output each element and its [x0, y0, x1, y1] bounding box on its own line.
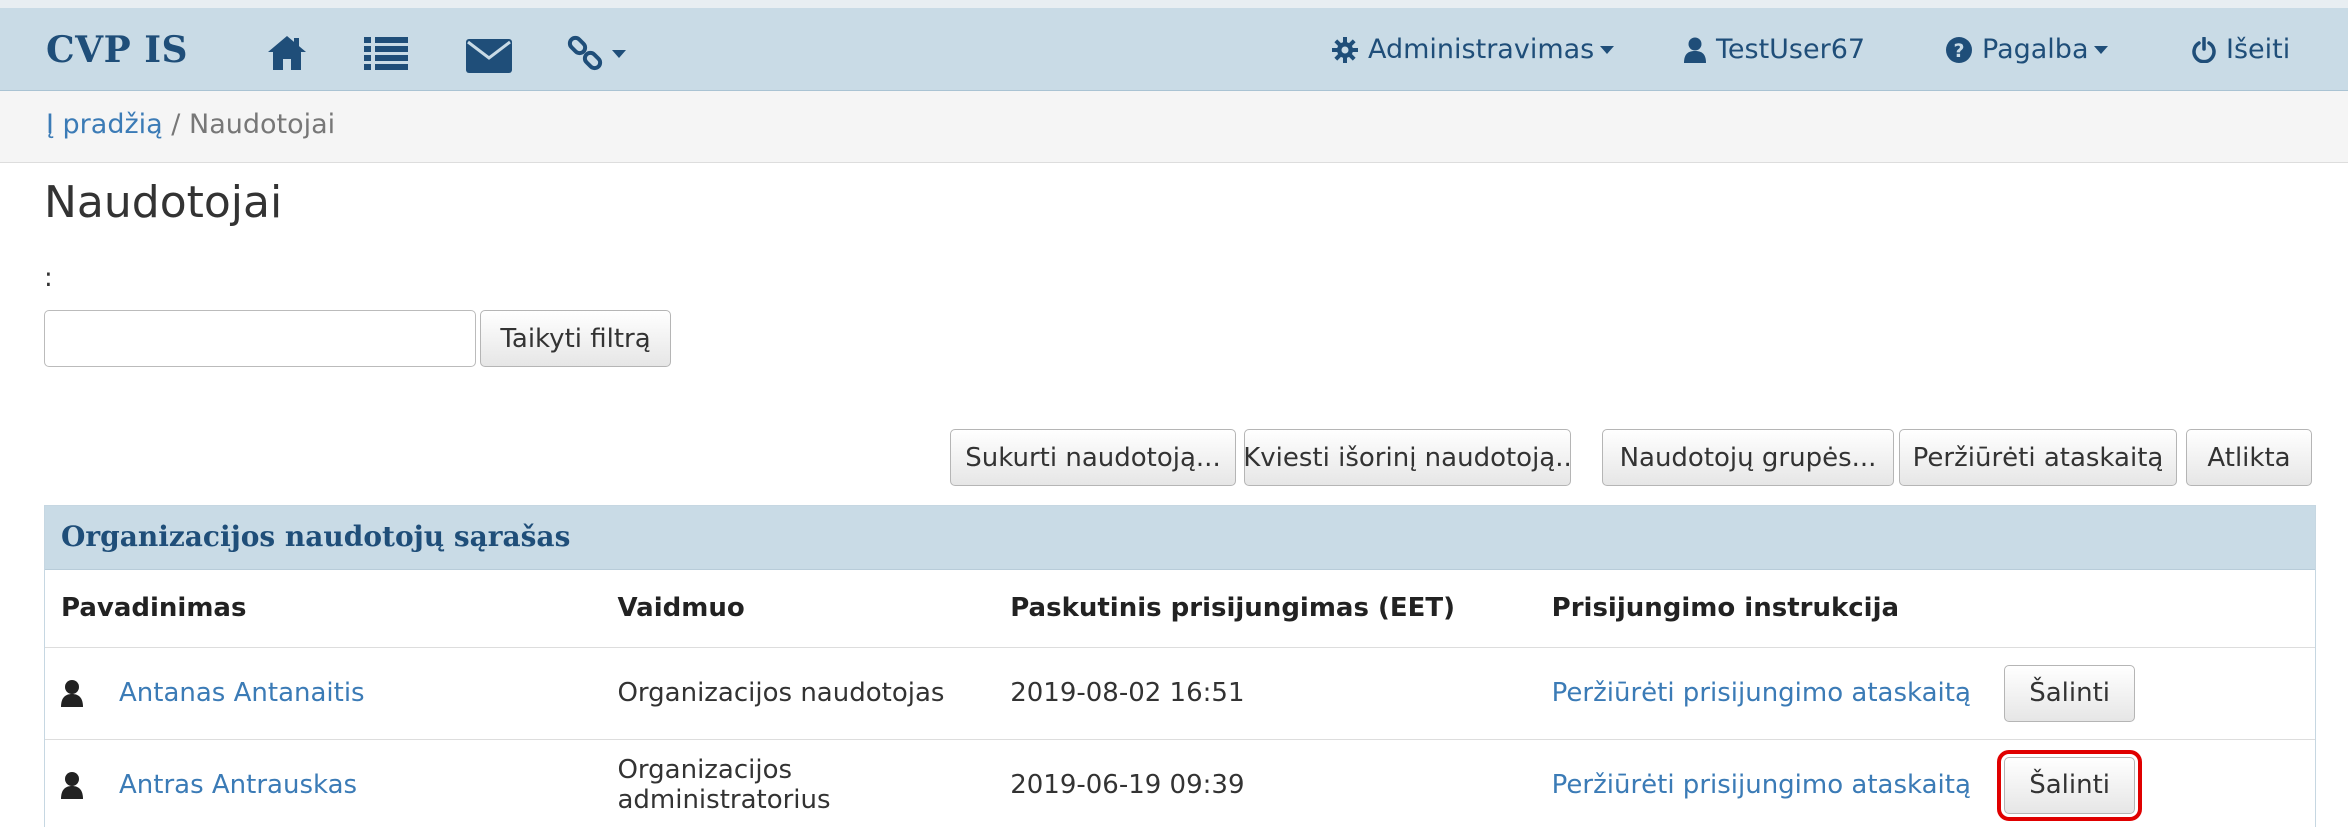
user-icon [61, 680, 83, 707]
users-panel: Organizacijos naudotojų sąrašas Pavadini… [44, 505, 2316, 827]
breadcrumb-separator: / [171, 109, 181, 140]
create-user-button[interactable]: Sukurti naudotoją... [950, 429, 1236, 486]
home-icon[interactable] [266, 34, 308, 72]
column-header-instruction: Prisijungimo instrukcija [1535, 570, 1989, 648]
delete-user-button[interactable]: Šalinti [1997, 749, 2143, 821]
chevron-down-icon [2094, 45, 2109, 54]
view-login-report-link[interactable]: Peržiūrėti prisijungimo ataskaitą [1552, 678, 1971, 708]
list-icon[interactable] [364, 37, 408, 71]
user-name-cell: Antanas Antanaitis [45, 647, 602, 740]
column-header-role: Vaidmuo [601, 570, 995, 648]
table-row: Antanas Antanaitis Organizacijos naudoto… [45, 647, 2315, 740]
top-navbar: CVP IS Administravimas TestUser67 ? Paga… [0, 0, 2348, 91]
admin-menu[interactable]: Administravimas [1332, 34, 1615, 65]
table-header-row: Pavadinimas Vaidmuo Paskutinis prisijung… [45, 570, 2315, 648]
last-login-cell: 2019-06-19 09:39 [994, 739, 1536, 827]
instruction-cell: Peržiūrėti prisijungimo ataskaitą [1535, 647, 1989, 740]
page-title: Naudotojai [44, 177, 283, 228]
user-name-link[interactable]: Antanas Antanaitis [119, 678, 365, 708]
breadcrumb-current: Naudotojai [189, 109, 336, 140]
svg-text:?: ? [1953, 40, 1964, 62]
invite-external-user-button[interactable]: Kviesti išorinį naudotoją.. [1243, 429, 1572, 486]
user-name-cell: Antras Antrauskas [45, 739, 602, 827]
user-groups-button[interactable]: Naudotojų grupės... [1602, 429, 1894, 486]
help-menu[interactable]: ? Pagalba [1946, 34, 2109, 65]
user-menu[interactable]: TestUser67 [1684, 34, 1865, 65]
user-name-link[interactable]: Antras Antrauskas [119, 770, 357, 800]
link-icon[interactable] [566, 34, 626, 74]
gear-icon [1332, 36, 1358, 63]
users-table: Pavadinimas Vaidmuo Paskutinis prisijung… [45, 570, 2315, 827]
user-role-cell: Organizacijos naudotojas [601, 647, 995, 740]
logout-link[interactable]: Išeiti [2192, 34, 2290, 65]
power-icon [2192, 36, 2216, 63]
brand-logo[interactable]: CVP IS [46, 29, 188, 71]
chevron-down-icon [1600, 45, 1615, 54]
column-header-name: Pavadinimas [45, 570, 602, 648]
view-login-report-link[interactable]: Peržiūrėti prisijungimo ataskaitą [1552, 770, 1971, 800]
last-login-cell: 2019-08-02 16:51 [994, 647, 1536, 740]
instruction-cell: Peržiūrėti prisijungimo ataskaitą [1535, 739, 1989, 827]
chevron-down-icon [612, 50, 626, 58]
view-report-button[interactable]: Peržiūrėti ataskaitą [1899, 429, 2177, 486]
filter-label: : [44, 263, 53, 293]
column-header-actions [1988, 570, 2315, 648]
logout-label: Išeiti [2226, 34, 2291, 65]
column-header-last-login: Paskutinis prisijungimas (EET) [994, 570, 1536, 648]
user-icon [61, 772, 83, 799]
breadcrumb: Į pradžią / Naudotojai [0, 91, 2348, 163]
actions-cell: Šalinti [1988, 647, 2315, 740]
panel-title: Organizacijos naudotojų sąrašas [45, 506, 2315, 570]
delete-user-button[interactable]: Šalinti [2004, 664, 2136, 722]
breadcrumb-home-link[interactable]: Į pradžią [46, 109, 163, 140]
help-icon: ? [1946, 36, 1972, 63]
envelope-icon[interactable] [466, 39, 512, 73]
done-button[interactable]: Atlikta [2186, 429, 2312, 486]
apply-filter-button[interactable]: Taikyti filtrą [480, 310, 671, 367]
filter-input[interactable] [44, 310, 476, 367]
table-row: Antras Antrauskas Organizacijos administ… [45, 739, 2315, 827]
actions-cell: Šalinti [1988, 739, 2315, 827]
admin-menu-label: Administravimas [1368, 34, 1595, 65]
user-menu-label: TestUser67 [1716, 34, 1866, 65]
user-role-cell: Organizacijos administratorius [601, 739, 995, 827]
user-icon [1684, 37, 1706, 63]
help-menu-label: Pagalba [1982, 34, 2089, 65]
